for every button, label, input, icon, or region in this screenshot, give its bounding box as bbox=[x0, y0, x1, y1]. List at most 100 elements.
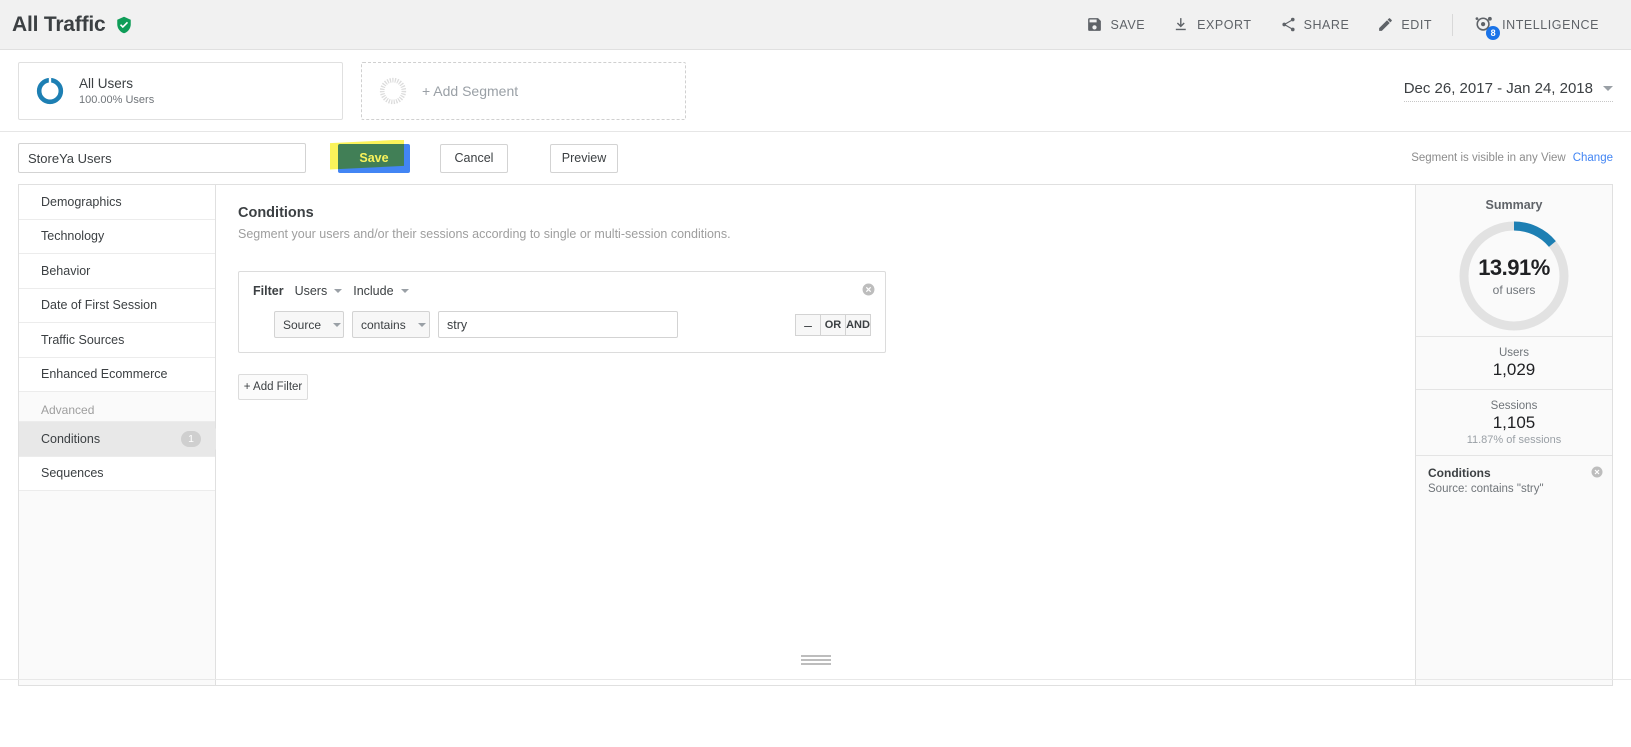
summary-title: Summary bbox=[1416, 185, 1612, 212]
save-segment-button[interactable]: Save bbox=[338, 144, 410, 173]
filter-scope-dropdown[interactable]: Users bbox=[295, 284, 343, 298]
segment-name-input[interactable] bbox=[18, 143, 306, 173]
share-button[interactable]: SHARE bbox=[1266, 8, 1364, 42]
close-circle-icon[interactable] bbox=[862, 283, 875, 296]
title-group: All Traffic bbox=[12, 13, 133, 37]
resize-handle[interactable] bbox=[18, 654, 1613, 668]
sidebar-item-label: Date of First Session bbox=[41, 298, 157, 312]
summary-conditions-title: Conditions bbox=[1428, 466, 1600, 480]
remove-condition-button[interactable]: – bbox=[795, 314, 821, 336]
empty-donut-icon bbox=[378, 76, 408, 106]
builder-panel: Demographics Technology Behavior Date of… bbox=[18, 184, 1613, 686]
summary-conditions-body: Source: contains "stry" bbox=[1428, 483, 1600, 495]
segment-chip-sub: 100.00% Users bbox=[79, 94, 154, 106]
sidebar-group-advanced: Advanced bbox=[19, 392, 215, 422]
summary-percent: 13.91% bbox=[1478, 255, 1550, 281]
filter-mode-value: Include bbox=[353, 284, 393, 298]
pencil-icon bbox=[1377, 16, 1394, 33]
filter-header-row: Filter Users Include bbox=[253, 284, 871, 298]
add-segment-label: + Add Segment bbox=[422, 83, 518, 99]
analytics-segment-editor: All Traffic SAVE EXPORT bbox=[0, 0, 1631, 747]
chevron-down-icon bbox=[334, 289, 342, 293]
chevron-down-icon bbox=[418, 323, 426, 327]
sidebar-item-label: Behavior bbox=[41, 264, 90, 278]
intelligence-button-label: INTELLIGENCE bbox=[1502, 18, 1599, 32]
share-nodes-icon bbox=[1280, 16, 1297, 33]
sidebar-item-date-of-first-session[interactable]: Date of First Session bbox=[19, 289, 215, 324]
sidebar-item-label: Conditions bbox=[41, 432, 100, 446]
segment-chip-all-users[interactable]: All Users 100.00% Users bbox=[18, 62, 343, 120]
add-filter-button[interactable]: + Add Filter bbox=[238, 374, 308, 400]
cancel-button[interactable]: Cancel bbox=[440, 144, 508, 173]
intelligence-icon-wrap: 8 bbox=[1473, 14, 1495, 36]
share-button-label: SHARE bbox=[1304, 18, 1350, 32]
sessions-value: 1,105 bbox=[1416, 413, 1612, 433]
dimension-value: Source bbox=[283, 318, 321, 332]
conditions-subtitle: Segment your users and/or their sessions… bbox=[238, 227, 1391, 241]
summary-pane: Summary 13.91% of users Users 1,029 bbox=[1415, 185, 1612, 685]
segment-chip-name: All Users bbox=[79, 75, 154, 93]
summary-percent-sub: of users bbox=[1493, 283, 1536, 297]
sidebar-item-label: Technology bbox=[41, 229, 104, 243]
sidebar-item-traffic-sources[interactable]: Traffic Sources bbox=[19, 323, 215, 358]
filter-scope-value: Users bbox=[295, 284, 328, 298]
shield-check-icon bbox=[115, 16, 133, 34]
date-range-picker[interactable]: Dec 26, 2017 - Jan 24, 2018 bbox=[1404, 80, 1613, 102]
header-toolbar: SAVE EXPORT SHARE bbox=[1072, 8, 1613, 42]
chevron-down-icon bbox=[1603, 86, 1613, 91]
users-value: 1,029 bbox=[1416, 360, 1612, 380]
change-visibility-link[interactable]: Change bbox=[1573, 152, 1613, 164]
export-button[interactable]: EXPORT bbox=[1159, 8, 1265, 42]
filter-condition-row: Source contains – OR AND bbox=[253, 311, 871, 338]
sidebar-item-enhanced-ecommerce[interactable]: Enhanced Ecommerce bbox=[19, 358, 215, 393]
dimension-select[interactable]: Source bbox=[274, 311, 344, 338]
save-floppy-icon bbox=[1086, 16, 1103, 33]
edit-button-label: EDIT bbox=[1401, 18, 1432, 32]
save-segment-wrap: Save bbox=[338, 144, 410, 173]
sidebar-item-conditions[interactable]: Conditions 1 bbox=[19, 422, 215, 457]
visibility-note-text: Segment is visible in any View bbox=[1411, 152, 1565, 164]
summary-donut: 13.91% of users bbox=[1416, 216, 1612, 336]
date-range-label: Dec 26, 2017 - Jan 24, 2018 bbox=[1404, 80, 1593, 97]
filter-value-input[interactable] bbox=[438, 311, 678, 338]
sidebar-item-sequences[interactable]: Sequences bbox=[19, 457, 215, 492]
sessions-label: Sessions bbox=[1416, 400, 1612, 412]
operator-value: contains bbox=[361, 318, 406, 332]
summary-stat-users: Users 1,029 bbox=[1416, 336, 1612, 389]
and-button[interactable]: AND bbox=[845, 314, 871, 336]
sidebar-item-label: Enhanced Ecommerce bbox=[41, 367, 167, 381]
summary-donut-center: 13.91% of users bbox=[1416, 216, 1612, 336]
conditions-count-badge: 1 bbox=[181, 431, 201, 447]
sidebar-item-demographics[interactable]: Demographics bbox=[19, 185, 215, 220]
conditions-title: Conditions bbox=[238, 205, 1391, 221]
preview-button[interactable]: Preview bbox=[550, 144, 618, 173]
footer-divider bbox=[0, 679, 1631, 680]
or-button[interactable]: OR bbox=[820, 314, 846, 336]
filter-block: Filter Users Include bbox=[238, 271, 886, 353]
close-circle-icon[interactable] bbox=[1591, 466, 1603, 478]
sidebar-item-technology[interactable]: Technology bbox=[19, 220, 215, 255]
segment-bar: All Users 100.00% Users + Add Segment De… bbox=[0, 50, 1631, 132]
app-header: All Traffic SAVE EXPORT bbox=[0, 0, 1631, 50]
sidebar-item-label: Traffic Sources bbox=[41, 333, 124, 347]
add-segment-button[interactable]: + Add Segment bbox=[361, 62, 686, 120]
chevron-down-icon bbox=[401, 289, 409, 293]
logic-button-group: – OR AND bbox=[796, 314, 871, 336]
save-button[interactable]: SAVE bbox=[1072, 8, 1159, 42]
intelligence-button[interactable]: 8 INTELLIGENCE bbox=[1459, 8, 1613, 42]
intelligence-badge: 8 bbox=[1486, 26, 1500, 40]
save-button-label: SAVE bbox=[1110, 18, 1145, 32]
segment-chip-text: All Users 100.00% Users bbox=[79, 75, 154, 106]
page-title: All Traffic bbox=[12, 13, 106, 37]
blue-donut-icon bbox=[35, 76, 65, 106]
segment-builder: Save Cancel Preview Segment is visible i… bbox=[0, 132, 1631, 686]
edit-button[interactable]: EDIT bbox=[1363, 8, 1446, 42]
builder-sidebar: Demographics Technology Behavior Date of… bbox=[19, 185, 216, 685]
sessions-sub: 11.87% of sessions bbox=[1416, 434, 1612, 446]
export-button-label: EXPORT bbox=[1197, 18, 1251, 32]
chevron-down-icon bbox=[333, 323, 341, 327]
download-icon bbox=[1173, 16, 1190, 33]
filter-mode-dropdown[interactable]: Include bbox=[353, 284, 408, 298]
sidebar-item-behavior[interactable]: Behavior bbox=[19, 254, 215, 289]
operator-select[interactable]: contains bbox=[352, 311, 430, 338]
